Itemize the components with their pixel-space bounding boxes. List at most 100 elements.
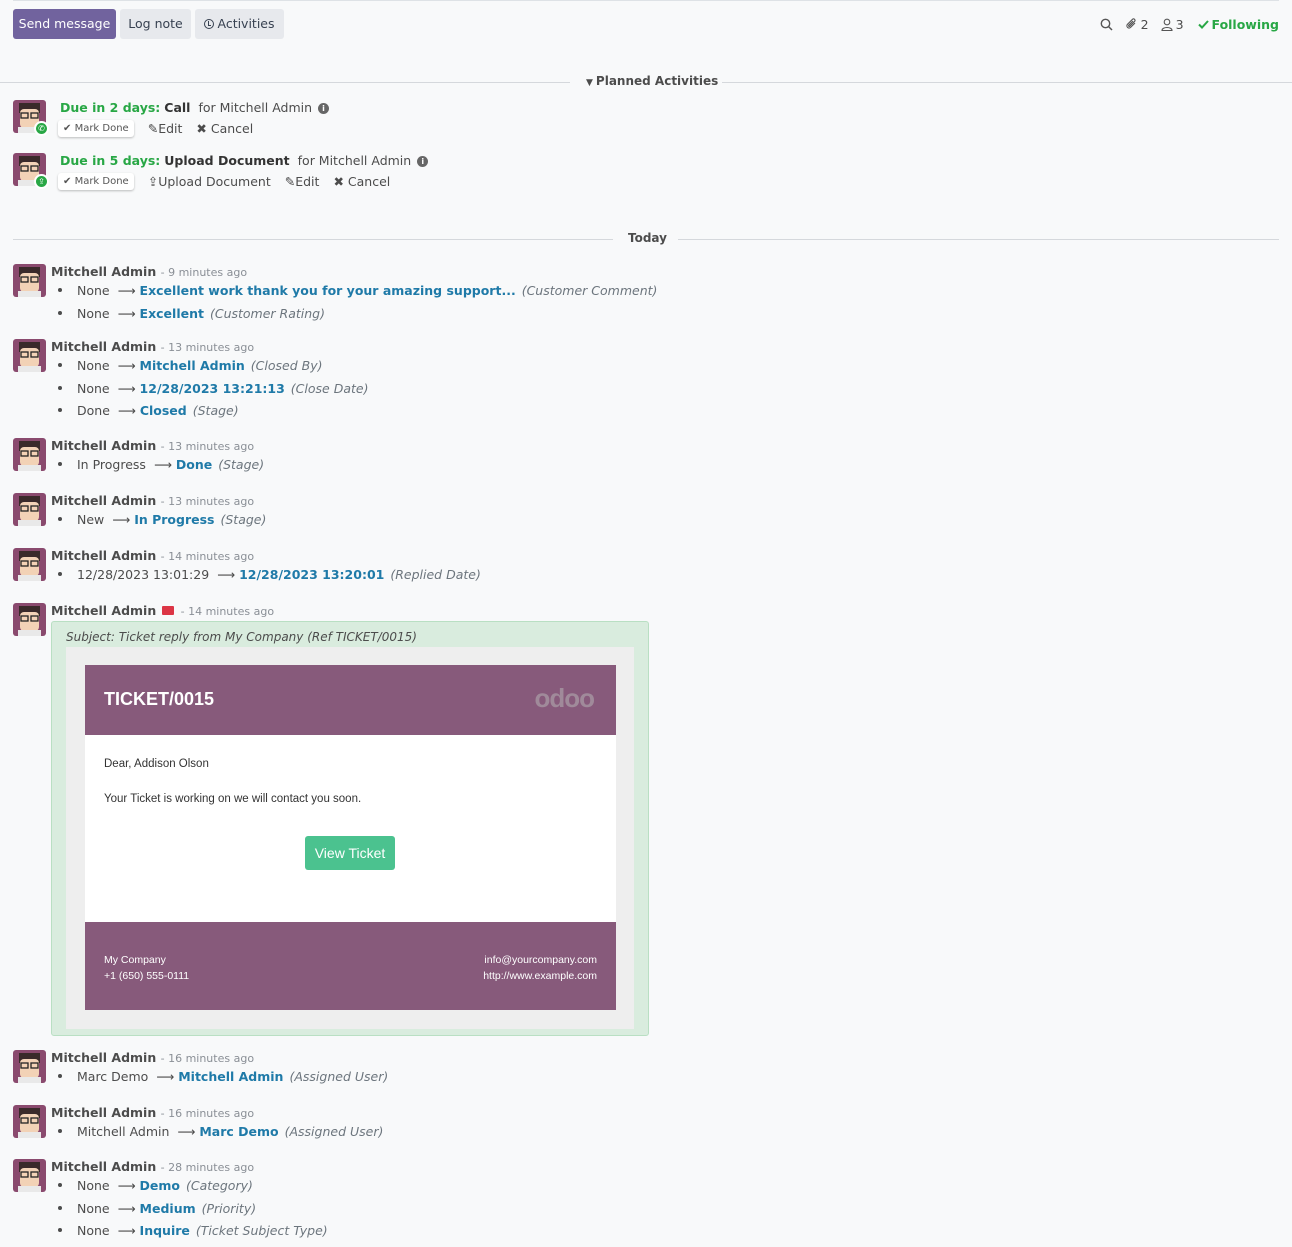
field-name: (Stage) bbox=[192, 403, 239, 418]
activities-button[interactable]: Activities bbox=[195, 9, 284, 39]
tracking-list: 12/28/2023 13:01:29 ⟶ 12/28/2023 13:20:01 (… bbox=[58, 566, 481, 589]
planned-activities-toggle[interactable]: ▼ Planned Activities bbox=[586, 74, 718, 88]
upload-icon: ⇪ bbox=[147, 174, 159, 189]
followers-button[interactable]: 3 bbox=[1161, 17, 1184, 32]
tracking-item: None ⟶ Medium (Priority) bbox=[58, 1200, 328, 1223]
tracking-item: None ⟶ Demo (Category) bbox=[58, 1177, 328, 1200]
avatar[interactable] bbox=[13, 438, 46, 471]
message-date: - 16 minutes ago bbox=[160, 1052, 255, 1065]
footer-email[interactable]: info@yourcompany.com bbox=[483, 952, 597, 968]
avatar[interactable] bbox=[13, 1050, 46, 1083]
message-header: Mitchell Admin - 14 minutes ago bbox=[51, 548, 254, 563]
tracking-item: Done ⟶ Closed (Stage) bbox=[58, 402, 368, 425]
author-name[interactable]: Mitchell Admin bbox=[51, 493, 156, 508]
old-value: None bbox=[77, 1200, 110, 1216]
author-name[interactable]: Mitchell Admin bbox=[51, 1050, 156, 1065]
new-value: Excellent work thank you for your amazin… bbox=[139, 283, 516, 298]
new-value: Mitchell Admin bbox=[139, 358, 245, 373]
avatar[interactable] bbox=[13, 1105, 46, 1138]
field-name: (Replied Date) bbox=[390, 567, 481, 582]
old-value: None bbox=[77, 380, 110, 396]
bullet bbox=[58, 1205, 62, 1210]
footer-website[interactable]: http://www.example.com bbox=[483, 968, 597, 984]
tracking-list: Marc Demo ⟶ Mitchell Admin (Assigned User) bbox=[58, 1068, 388, 1091]
message-date: - 9 minutes ago bbox=[160, 266, 248, 279]
new-value: 12/28/2023 13:21:13 bbox=[139, 380, 285, 396]
old-value: None bbox=[77, 1178, 110, 1193]
send-message-button[interactable]: Send message bbox=[13, 9, 116, 39]
old-value: None bbox=[77, 283, 110, 298]
new-value: 12/28/2023 13:20:01 bbox=[239, 567, 385, 582]
author-name[interactable]: Mitchell Admin bbox=[51, 548, 156, 563]
view-ticket-button[interactable]: View Ticket bbox=[305, 836, 395, 870]
field-name: (Close Date) bbox=[290, 380, 369, 396]
avatar[interactable] bbox=[13, 603, 46, 636]
message-header: Mitchell Admin - 13 minutes ago bbox=[51, 339, 254, 354]
info-icon[interactable]: i bbox=[417, 156, 429, 167]
author-name[interactable]: Mitchell Admin bbox=[51, 264, 156, 279]
cancel-label: Cancel bbox=[210, 121, 254, 136]
arrow-right-icon: ⟶ bbox=[117, 305, 136, 321]
tracking-list: None ⟶ Excellent work thank you for your a… bbox=[58, 282, 657, 327]
avatar[interactable] bbox=[13, 339, 46, 372]
new-value: Marc Demo bbox=[199, 1124, 279, 1139]
mark-done-button[interactable]: ✔ Mark Done bbox=[58, 120, 134, 137]
author-name[interactable]: Mitchell Admin bbox=[51, 1159, 156, 1174]
bullet bbox=[58, 517, 62, 521]
mark-done-button[interactable]: ✔ Mark Done bbox=[58, 173, 134, 190]
cancel-activity-button[interactable]: ✖ Cancel bbox=[333, 174, 390, 189]
attachments-button[interactable]: 2 bbox=[1125, 17, 1149, 32]
message-header: Mitchell Admin - 28 minutes ago bbox=[51, 1159, 254, 1174]
tracking-list: None ⟶ Mitchell Admin (Closed By) None ⟶ 12/28… bbox=[58, 357, 368, 425]
new-value: Excellent bbox=[139, 305, 204, 321]
activities-label: Activities bbox=[217, 16, 275, 31]
message-date: - 13 minutes ago bbox=[160, 495, 255, 508]
top-border bbox=[13, 0, 1279, 1]
avatar[interactable] bbox=[13, 264, 46, 297]
field-name: (Customer Comment) bbox=[521, 283, 658, 298]
bullet bbox=[58, 363, 62, 367]
field-name: (Stage) bbox=[218, 457, 265, 472]
check-icon: ✔ bbox=[63, 123, 75, 134]
edit-activity-button[interactable]: ✎Edit bbox=[148, 121, 183, 136]
mark-done-label: Mark Done bbox=[74, 176, 129, 187]
toolbar-right: 2 3 Following bbox=[1094, 9, 1279, 39]
message-date: - 16 minutes ago bbox=[160, 1107, 255, 1120]
arrow-right-icon: ⟶ bbox=[153, 457, 172, 472]
activity-actions: ✔ Mark Done ⇪Upload Document ✎Edit ✖ Can… bbox=[58, 173, 390, 190]
old-value: None bbox=[77, 358, 110, 373]
following-button[interactable]: Following bbox=[1197, 17, 1279, 32]
message-date: - 13 minutes ago bbox=[160, 341, 255, 354]
tracking-item: None ⟶ Mitchell Admin (Closed By) bbox=[58, 357, 368, 380]
avatar[interactable] bbox=[13, 493, 46, 526]
log-note-button[interactable]: Log note bbox=[120, 9, 191, 39]
field-name: (Customer Rating) bbox=[209, 305, 325, 321]
tracking-item: In Progress ⟶ Done (Stage) bbox=[58, 456, 264, 479]
message-header: Mitchell Admin - 14 minutes ago bbox=[51, 603, 274, 618]
author-name[interactable]: Mitchell Admin bbox=[51, 339, 156, 354]
edit-activity-button[interactable]: ✎Edit bbox=[285, 174, 320, 189]
avatar[interactable] bbox=[13, 1159, 46, 1192]
bullet bbox=[58, 408, 62, 412]
bullet bbox=[58, 288, 62, 292]
avatar[interactable] bbox=[13, 548, 46, 581]
new-value: Inquire bbox=[139, 1223, 190, 1238]
tracking-list: New ⟶ In Progress (Stage) bbox=[58, 511, 266, 534]
today-separator: Today bbox=[0, 231, 1292, 247]
message-header: Mitchell Admin - 13 minutes ago bbox=[51, 493, 254, 508]
info-icon[interactable]: i bbox=[318, 103, 330, 114]
upload-document-button[interactable]: ⇪Upload Document bbox=[148, 174, 271, 189]
tracking-item: 12/28/2023 13:01:29 ⟶ 12/28/2023 13:20:01 (… bbox=[58, 566, 481, 589]
message-header: Mitchell Admin - 16 minutes ago bbox=[51, 1105, 254, 1120]
odoo-logo: odoo bbox=[534, 683, 595, 713]
field-name: (Assigned User) bbox=[289, 1069, 389, 1084]
author-name[interactable]: Mitchell Admin bbox=[51, 603, 156, 618]
tracking-item: None ⟶ 12/28/2023 13:21:13 (Close Date) bbox=[58, 380, 368, 403]
arrow-right-icon: ⟶ bbox=[117, 403, 136, 418]
phone-icon: ✆ bbox=[34, 121, 49, 136]
author-name[interactable]: Mitchell Admin bbox=[51, 1105, 156, 1120]
cancel-activity-button[interactable]: ✖ Cancel bbox=[196, 121, 253, 136]
activity-item: ✆ Due in 2 days: Call for Mitchell Admin i … bbox=[0, 100, 1292, 148]
author-name[interactable]: Mitchell Admin bbox=[51, 438, 156, 453]
search-button[interactable] bbox=[1100, 18, 1113, 31]
